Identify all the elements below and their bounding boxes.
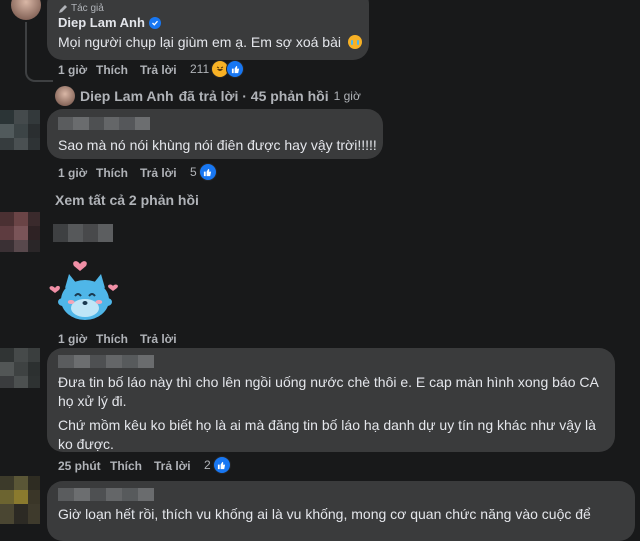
reaction-count: 211 [190, 62, 210, 76]
comment-text-line: Chứ mồm kêu ko biết họ là ai mà đăng tin… [58, 417, 596, 433]
reaction-summary[interactable]: 5 [190, 163, 217, 181]
view-all-replies-link[interactable]: Xem tất cả 2 phản hồi [55, 192, 199, 208]
reply-link[interactable]: Trả lời [154, 459, 191, 473]
comment-text-content: Mọi người chụp lại giùm em ạ. Em sợ xoá … [58, 34, 341, 50]
reaction-count: 2 [204, 458, 211, 472]
reply-summary-time: 1 giờ [333, 89, 361, 103]
like-reaction-icon [212, 456, 231, 474]
like-link[interactable]: Thích [110, 459, 142, 473]
comment-time[interactable]: 1 giờ [58, 63, 87, 77]
comment-text: Sao mà nó nói khùng nói điên được hay vậ… [58, 137, 377, 153]
reply-summary-author: Diep Lam Anh [80, 88, 174, 104]
like-reaction-icon [226, 60, 245, 78]
author-badge: Tác giả [58, 3, 104, 14]
commenter-avatar-pixelated[interactable] [0, 110, 40, 150]
reply-summary-text: đã trả lời · 45 phản hồi [178, 88, 329, 104]
comment-time[interactable]: 25 phút [58, 459, 101, 473]
commenter-name-redacted[interactable] [58, 488, 154, 501]
reply-link[interactable]: Trả lời [140, 166, 177, 180]
pen-icon [59, 4, 67, 13]
reply-summary[interactable]: Diep Lam Anh đã trả lời · 45 phản hồi 1 … [55, 86, 361, 106]
verified-badge-icon [148, 16, 161, 29]
commenter-avatar-pixelated[interactable] [0, 476, 40, 524]
crying-emoji-icon [347, 35, 362, 49]
comment-text-line: Đưa tin bố láo này thì cho lên ngồi uống… [58, 374, 599, 390]
commenter-name-redacted[interactable] [58, 355, 154, 368]
comment-text-line: ko được. [58, 436, 114, 452]
commenter-avatar-pixelated[interactable] [0, 212, 40, 252]
like-link[interactable]: Thích [96, 63, 128, 77]
sticker-cat-image[interactable] [45, 258, 125, 326]
commenter-name-redacted[interactable] [53, 224, 113, 242]
author-avatar[interactable] [11, 0, 41, 20]
reaction-count: 5 [190, 165, 197, 179]
reply-link[interactable]: Trả lời [140, 63, 177, 77]
comment-text-line: họ xử lý đi. [58, 393, 127, 409]
commenter-avatar-pixelated[interactable] [0, 348, 40, 388]
comment-text: Giờ loạn hết rồi, thích vu khống ai là v… [58, 506, 591, 522]
like-reaction-icon [198, 163, 217, 181]
like-link[interactable]: Thích [96, 332, 128, 346]
commenter-name-redacted[interactable] [58, 117, 150, 130]
comment-time[interactable]: 1 giờ [58, 166, 87, 180]
reply-link[interactable]: Trả lời [140, 332, 177, 346]
like-link[interactable]: Thích [96, 166, 128, 180]
comment-time[interactable]: 1 giờ [58, 332, 87, 346]
comment-text: Mọi người chụp lại giùm em ạ. Em sợ xoá … [58, 33, 362, 52]
reaction-summary[interactable]: 2 [204, 456, 231, 474]
comment-text: Đưa tin bố láo này thì cho lên ngồi uống… [58, 373, 599, 454]
reply-author-avatar [55, 86, 75, 106]
author-name-row: Diep Lam Anh [58, 15, 161, 30]
author-badge-label: Tác giả [71, 3, 104, 14]
author-name[interactable]: Diep Lam Anh [58, 15, 145, 30]
reaction-summary[interactable]: 211 [190, 60, 245, 78]
